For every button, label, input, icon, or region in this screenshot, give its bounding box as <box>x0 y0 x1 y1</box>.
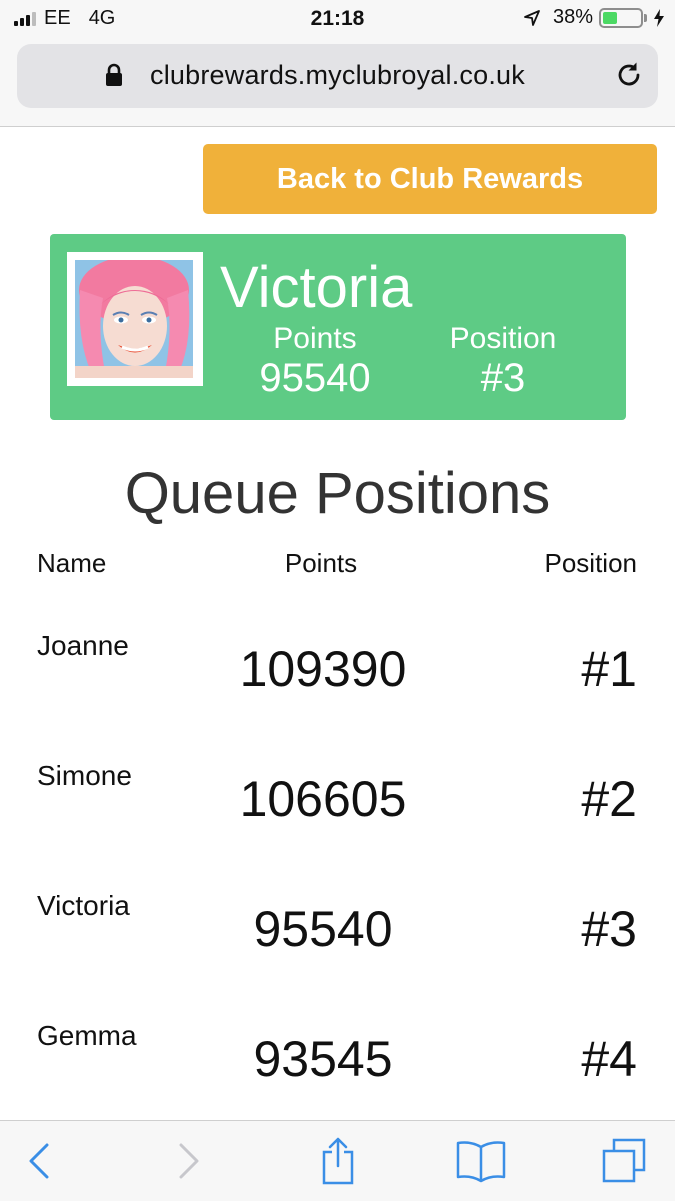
column-header-points: Points <box>284 548 358 578</box>
browser-address-area: clubrewards.myclubroyal.co.uk <box>0 38 675 127</box>
position-value: #3 <box>480 356 526 400</box>
column-header-name: Name <box>37 548 107 578</box>
forward-nav-button[interactable] <box>160 1133 216 1189</box>
bookmarks-icon <box>456 1141 506 1183</box>
back-to-club-rewards-button[interactable]: Back to Club Rewards <box>203 144 657 214</box>
row-name: Simone <box>37 760 132 791</box>
charging-bolt-icon <box>654 8 664 27</box>
row-points: 95540 <box>253 901 393 957</box>
avatar-image <box>75 260 193 378</box>
profile-name: Victoria <box>220 255 413 320</box>
back-icon <box>29 1143 49 1179</box>
url-bar[interactable]: clubrewards.myclubroyal.co.uk <box>17 44 658 108</box>
bookmarks-button[interactable] <box>453 1133 509 1189</box>
profile-points-stat: Points 95540 <box>235 322 395 400</box>
points-value: 95540 <box>259 356 371 400</box>
queue-row: Gemma 93545 #4 <box>0 1010 675 1130</box>
profile-card: Victoria Points 95540 Position #3 <box>50 234 626 420</box>
row-position: #2 <box>581 771 637 827</box>
row-position: #4 <box>581 1031 637 1087</box>
points-label: Points <box>273 322 357 355</box>
row-name: Gemma <box>37 1020 137 1051</box>
url-text[interactable]: clubrewards.myclubroyal.co.uk <box>17 60 658 91</box>
battery-icon <box>599 7 643 28</box>
share-button[interactable] <box>310 1133 366 1189</box>
location-arrow-icon <box>524 9 540 26</box>
avatar-frame <box>67 252 203 386</box>
row-position: #1 <box>581 641 637 697</box>
battery-level-fill <box>603 11 617 24</box>
queue-row: Simone 106605 #2 <box>0 750 675 870</box>
column-header-position: Position <box>544 548 638 578</box>
row-points: 106605 <box>239 771 407 827</box>
row-name: Joanne <box>37 630 129 661</box>
tabs-icon <box>602 1138 646 1183</box>
forward-icon <box>179 1143 199 1179</box>
queue-title: Queue Positions <box>124 461 551 526</box>
avatar <box>75 260 193 378</box>
reload-icon[interactable] <box>614 60 644 90</box>
profile-position-stat: Position #3 <box>423 322 583 400</box>
queue-row: Joanne 109390 #1 <box>0 620 675 740</box>
battery-percent: 38% <box>552 6 593 28</box>
row-name: Victoria <box>37 890 130 921</box>
row-position: #3 <box>581 901 637 957</box>
status-right: 38% <box>523 6 665 29</box>
browser-toolbar <box>0 1120 675 1201</box>
row-points: 93545 <box>253 1031 393 1087</box>
status-bar: EE 4G 21:18 38% <box>0 0 675 38</box>
back-nav-button[interactable] <box>12 1133 68 1189</box>
queue-row: Victoria 95540 #3 <box>0 880 675 1000</box>
position-label: Position <box>449 322 557 355</box>
tabs-button[interactable] <box>596 1133 652 1189</box>
battery-cap <box>644 13 647 22</box>
share-icon <box>322 1137 354 1185</box>
row-points: 109390 <box>239 641 407 697</box>
